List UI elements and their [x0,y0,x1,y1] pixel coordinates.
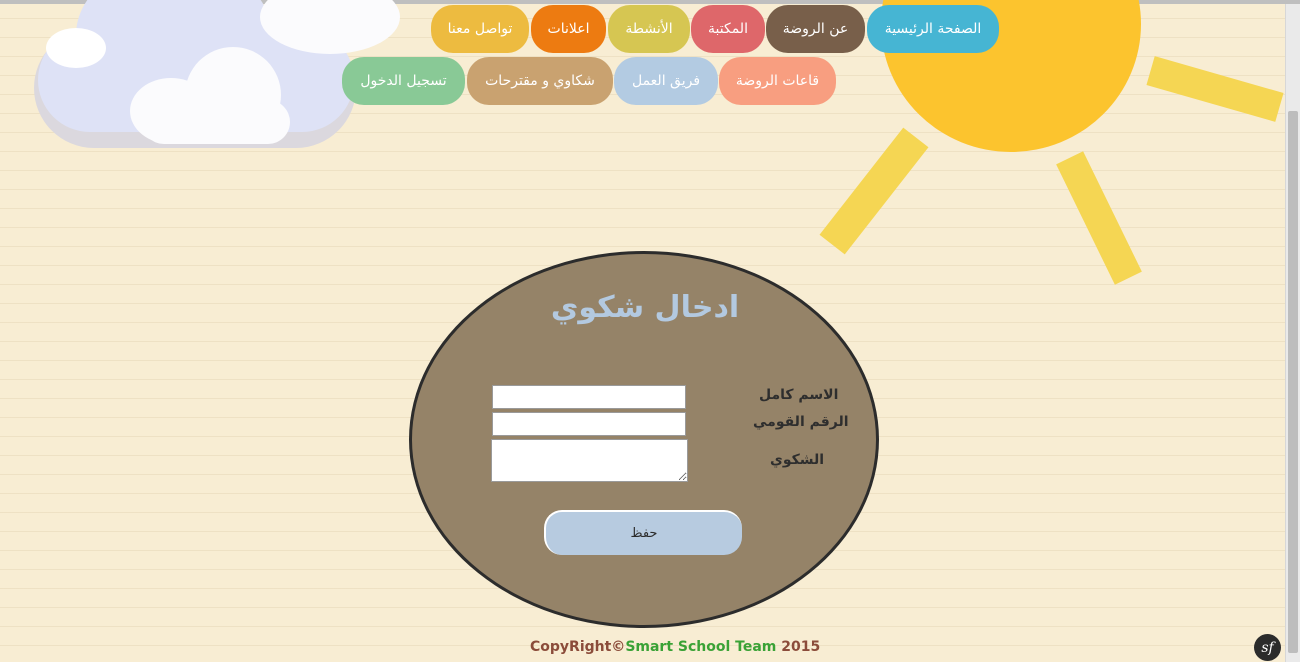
cloud-icon [142,100,290,144]
national-id-label: الرقم القومي [753,414,849,430]
nav-announcements[interactable]: اعلانات [531,5,606,53]
cloud-icon [46,28,106,68]
nav-about[interactable]: عن الروضة [766,5,865,53]
nav-activities[interactable]: الأنشطة [608,5,690,53]
scrollbar-thumb[interactable] [1288,111,1298,653]
complaint-textarea[interactable] [491,439,688,482]
footer-brand: Smart School Team [625,639,777,655]
form-title: ادخال شكوي [550,290,740,325]
full-name-field[interactable] [492,385,686,409]
national-id-field[interactable] [492,412,686,436]
sun-ray [819,127,929,255]
sun-ray [1146,56,1284,122]
footer-year: 2015 [776,639,821,655]
footer-prefix: CopyRight© [530,639,626,655]
full-name-label: الاسم كامل [759,387,839,403]
nav-login[interactable]: تسجيل الدخول [342,57,465,105]
save-button[interactable]: حفظ [544,510,742,555]
footer-copyright: CopyRight©Smart School Team 2015 [530,639,820,655]
nav-library[interactable]: المكتبة [691,5,765,53]
vertical-scrollbar[interactable] [1285,4,1300,662]
nav-contact[interactable]: تواصل معنا [431,5,529,53]
nav-home[interactable]: الصفحة الرئيسية [867,5,999,53]
nav-halls[interactable]: قاعات الروضة [719,57,836,105]
sun-ray [1056,151,1142,285]
complaint-label: الشكوي [770,452,825,468]
nav-complaints[interactable]: شكاوي و مقترحات [467,57,613,105]
symfony-debug-icon[interactable]: sf [1254,634,1281,661]
nav-team[interactable]: فريق العمل [614,57,718,105]
